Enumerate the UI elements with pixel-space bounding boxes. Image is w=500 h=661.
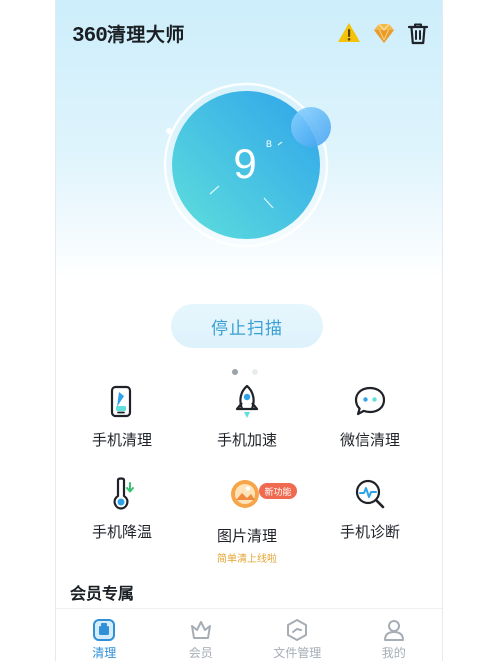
wechat-icon (354, 386, 386, 416)
tool-phone-cool-label: 手机降温 (91, 523, 152, 541)
right-divider (442, 0, 443, 661)
app-logo: 360清理大师 (72, 20, 185, 48)
scan-value: 9 (233, 140, 256, 187)
tab-file-manager[interactable]: 文件管理 (249, 609, 346, 661)
scan-ring-graphic: 9 B (163, 82, 331, 248)
logo-number: 360 (72, 25, 108, 48)
trash-icon[interactable] (405, 20, 431, 46)
pager-dots (232, 369, 258, 375)
phone-clean-icon (110, 385, 132, 418)
new-feature-badge: 新功能 (259, 483, 297, 499)
tool-phone-diagnosis-label: 手机诊断 (339, 523, 400, 541)
rocket-icon (235, 384, 259, 418)
pager-dot-2[interactable] (252, 369, 258, 375)
tool-phone-cool[interactable]: 手机降温 (62, 474, 182, 542)
tab-member[interactable]: 会员 (153, 609, 250, 661)
tab-member-label: 会员 (188, 646, 213, 660)
tool-wechat-clean[interactable]: 微信清理 (310, 382, 430, 450)
pager-dot-1[interactable] (232, 369, 238, 375)
diamond-icon[interactable] (371, 20, 397, 46)
clean-tab-icon (93, 619, 116, 641)
stop-scan-button[interactable]: 停止扫描 (171, 304, 323, 348)
scan-ring: 9 B (161, 80, 331, 250)
scan-unit: B (266, 139, 272, 149)
tool-phone-clean[interactable]: 手机清理 (62, 382, 182, 450)
tab-clean[interactable]: 清理 (56, 609, 153, 661)
tool-phone-boost-label: 手机加速 (216, 431, 277, 449)
member-section-title: 会员专属 (70, 584, 135, 603)
tool-phone-clean-label: 手机清理 (91, 431, 152, 449)
tab-file-manager-label: 文件管理 (273, 646, 322, 660)
logo-text: 清理大师 (106, 24, 185, 46)
bottom-tab-bar: 清理 会员 文件管理 我的 (56, 608, 442, 661)
app-screen: 360清理大师 9 B 停止扫描 手机清理 手机加速 微信清理 手机降温 新功能… (56, 0, 442, 661)
tool-image-clean[interactable]: 新功能 图片清理 简单清上线啦 (187, 474, 307, 565)
crown-icon (190, 621, 211, 639)
tab-mine-label: 我的 (381, 646, 406, 660)
tool-image-clean-subtext: 简单清上线啦 (217, 554, 277, 565)
tool-image-clean-label: 图片清理 (216, 527, 277, 545)
new-feature-badge-text: 新功能 (264, 486, 291, 498)
user-icon (383, 620, 404, 641)
tool-wechat-clean-label: 微信清理 (339, 431, 400, 449)
diagnosis-icon (355, 479, 385, 509)
tool-phone-diagnosis[interactable]: 手机诊断 (310, 474, 430, 542)
tab-clean-label: 清理 (92, 646, 117, 660)
thermometer-icon (113, 477, 134, 510)
folder-icon (287, 619, 308, 641)
tab-mine[interactable]: 我的 (346, 609, 443, 661)
warning-icon[interactable] (336, 20, 362, 46)
tool-phone-boost[interactable]: 手机加速 (187, 382, 307, 450)
